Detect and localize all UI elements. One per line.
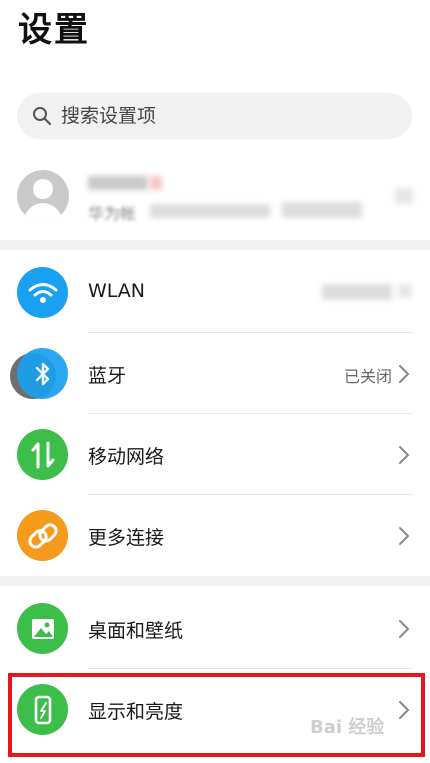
avatar (17, 170, 69, 222)
page-title: 设置 (18, 10, 90, 50)
link-icon (17, 510, 68, 561)
setting-label: 蓝牙 (88, 365, 127, 387)
bluetooth-icon (17, 348, 68, 399)
account-subtitle: 华为帐 (88, 204, 137, 223)
section-separator (0, 576, 430, 586)
setting-label: 桌面和壁纸 (88, 620, 184, 642)
chevron-right-icon (399, 365, 410, 383)
account-row[interactable]: 华为帐 (0, 162, 430, 232)
setting-label: 更多连接 (88, 527, 165, 549)
picture-icon (17, 603, 68, 654)
section-separator (0, 240, 430, 250)
search-icon (31, 105, 53, 127)
setting-row-more-connections[interactable]: 更多连接 (0, 495, 430, 576)
bluetooth-status: 已关闭 (343, 367, 392, 386)
search-input[interactable] (61, 105, 381, 127)
setting-row-wlan[interactable]: WLAN (0, 252, 430, 333)
mobile-data-icon (17, 429, 68, 480)
search-bar[interactable] (17, 93, 412, 139)
setting-label: 移动网络 (88, 446, 165, 468)
chevron-right-icon (399, 620, 410, 638)
setting-row-home-wallpaper[interactable]: 桌面和壁纸 (0, 588, 430, 669)
wifi-icon (17, 267, 68, 318)
setting-row-bluetooth[interactable]: 蓝牙 已关闭 (0, 333, 430, 414)
setting-row-mobile-network[interactable]: 移动网络 (0, 414, 430, 495)
watermark-text: Bai 经验 (310, 717, 385, 738)
chevron-right-icon (399, 446, 410, 464)
setting-label: WLAN (88, 280, 146, 302)
chevron-right-icon (399, 527, 410, 545)
